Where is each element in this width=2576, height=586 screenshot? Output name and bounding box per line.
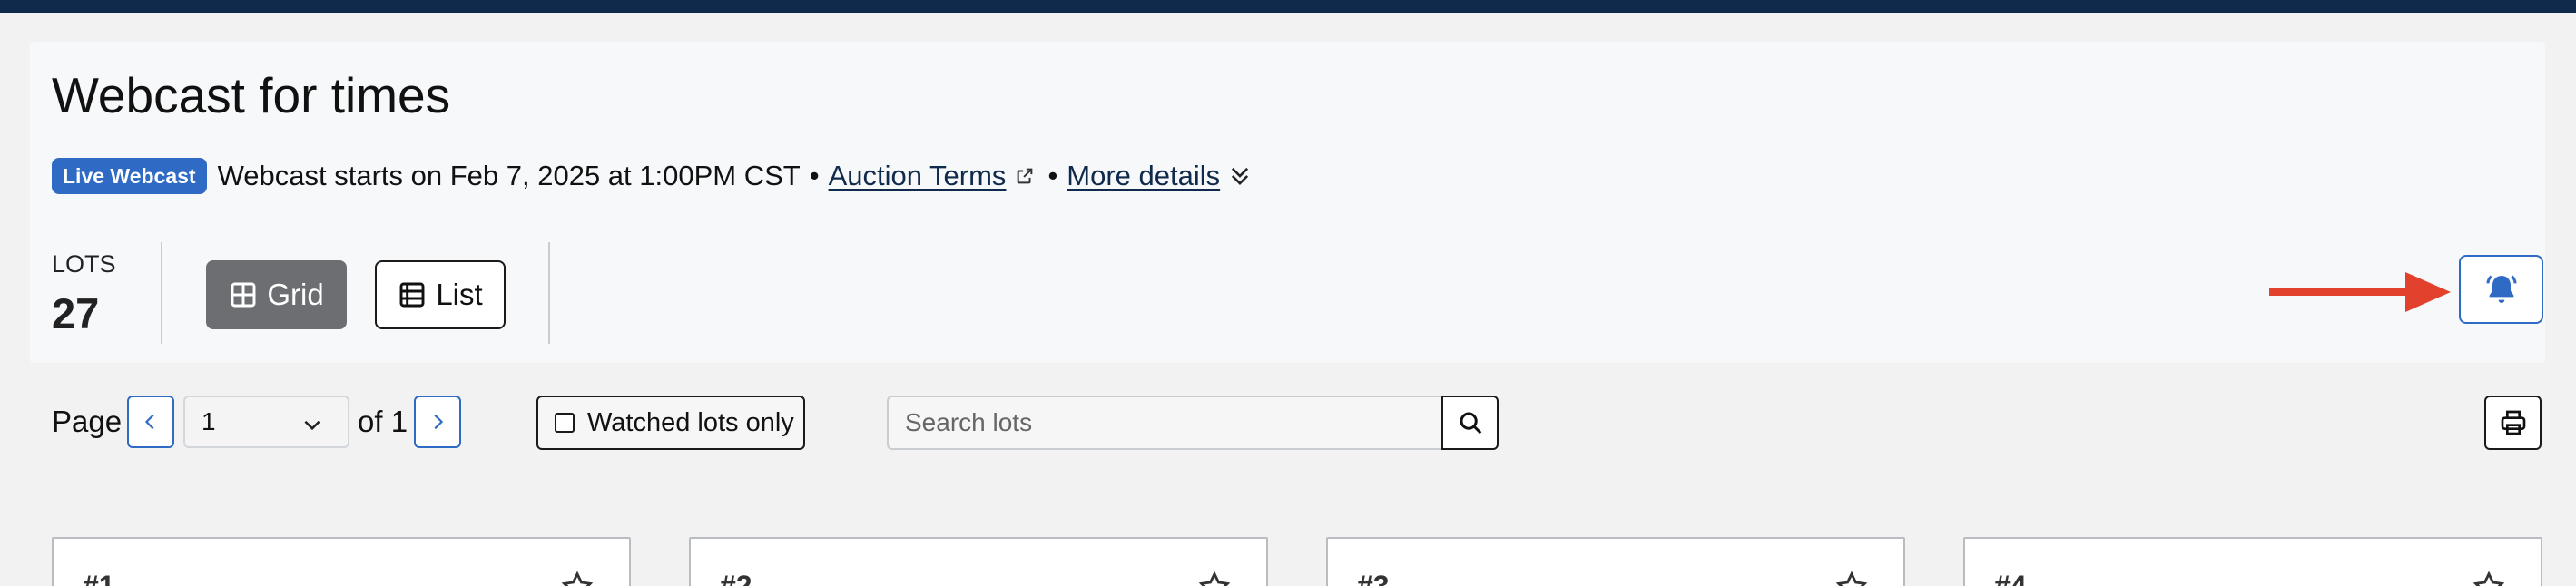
auction-info-line: Live Webcast Webcast starts on Feb 7, 20…	[52, 158, 1253, 194]
double-chevron-down-icon[interactable]	[1227, 163, 1253, 189]
divider	[161, 242, 162, 344]
lot-number: #4	[1994, 570, 2027, 586]
page-title: Webcast for times	[52, 67, 451, 123]
total-pages-label: of 1	[358, 405, 408, 438]
lots-count: 27	[52, 289, 100, 337]
search-button[interactable]	[1441, 396, 1499, 450]
list-view-label: List	[436, 278, 483, 311]
lot-card[interactable]: #4	[1963, 537, 2542, 586]
divider	[548, 242, 550, 344]
lot-card[interactable]: #3	[1326, 537, 1905, 586]
top-nav-bar	[0, 0, 2576, 13]
grid-icon	[231, 282, 256, 308]
watched-lots-label: Watched lots only	[587, 407, 794, 437]
bell-icon	[2486, 275, 2516, 303]
auction-header: Webcast for times Live Webcast Webcast s…	[30, 42, 2545, 363]
live-webcast-badge: Live Webcast	[52, 158, 207, 194]
prev-page-button[interactable]	[127, 396, 174, 448]
more-details-link[interactable]: More details	[1067, 160, 1220, 192]
lot-number: #2	[720, 570, 752, 586]
lot-number: #3	[1357, 570, 1390, 586]
chevron-left-icon	[144, 414, 154, 430]
annotation-arrow	[2269, 272, 2451, 312]
list-icon	[399, 282, 425, 308]
separator: •	[1047, 160, 1058, 191]
search-input[interactable]	[887, 396, 1442, 450]
separator: •	[809, 160, 820, 191]
page-label: Page	[52, 405, 123, 438]
page-select[interactable]: 1	[183, 396, 349, 448]
list-view-button[interactable]: List	[375, 260, 506, 329]
star-icon[interactable]	[1197, 570, 1232, 586]
external-link-icon	[1018, 168, 1033, 184]
lot-card[interactable]: #1	[52, 537, 631, 586]
grid-view-button[interactable]: Grid	[206, 260, 347, 329]
search-icon	[1460, 412, 1481, 435]
lot-card[interactable]: #2	[689, 537, 1268, 586]
watched-lots-only-toggle[interactable]: Watched lots only	[536, 396, 805, 450]
lots-label: LOTS	[52, 250, 116, 278]
next-page-button[interactable]	[414, 396, 461, 448]
printer-icon	[2501, 410, 2525, 435]
lot-controls-bar: Page 1 of 1 Watched lots only	[0, 394, 2576, 450]
grid-view-label: Grid	[267, 278, 324, 311]
watched-checkbox[interactable]	[555, 413, 575, 433]
print-button[interactable]	[2484, 396, 2542, 450]
auction-terms-link[interactable]: Auction Terms	[829, 160, 1007, 192]
chevron-down-icon	[304, 420, 320, 431]
notify-button[interactable]	[2459, 255, 2543, 324]
chevron-right-icon	[434, 414, 444, 430]
schedule-text: Webcast starts on Feb 7, 2025 at 1:00PM …	[217, 160, 801, 191]
star-icon[interactable]	[1834, 570, 1869, 586]
star-icon[interactable]	[2472, 570, 2506, 586]
current-page-value: 1	[202, 407, 216, 435]
lot-number: #1	[83, 570, 115, 586]
star-icon[interactable]	[560, 570, 595, 586]
